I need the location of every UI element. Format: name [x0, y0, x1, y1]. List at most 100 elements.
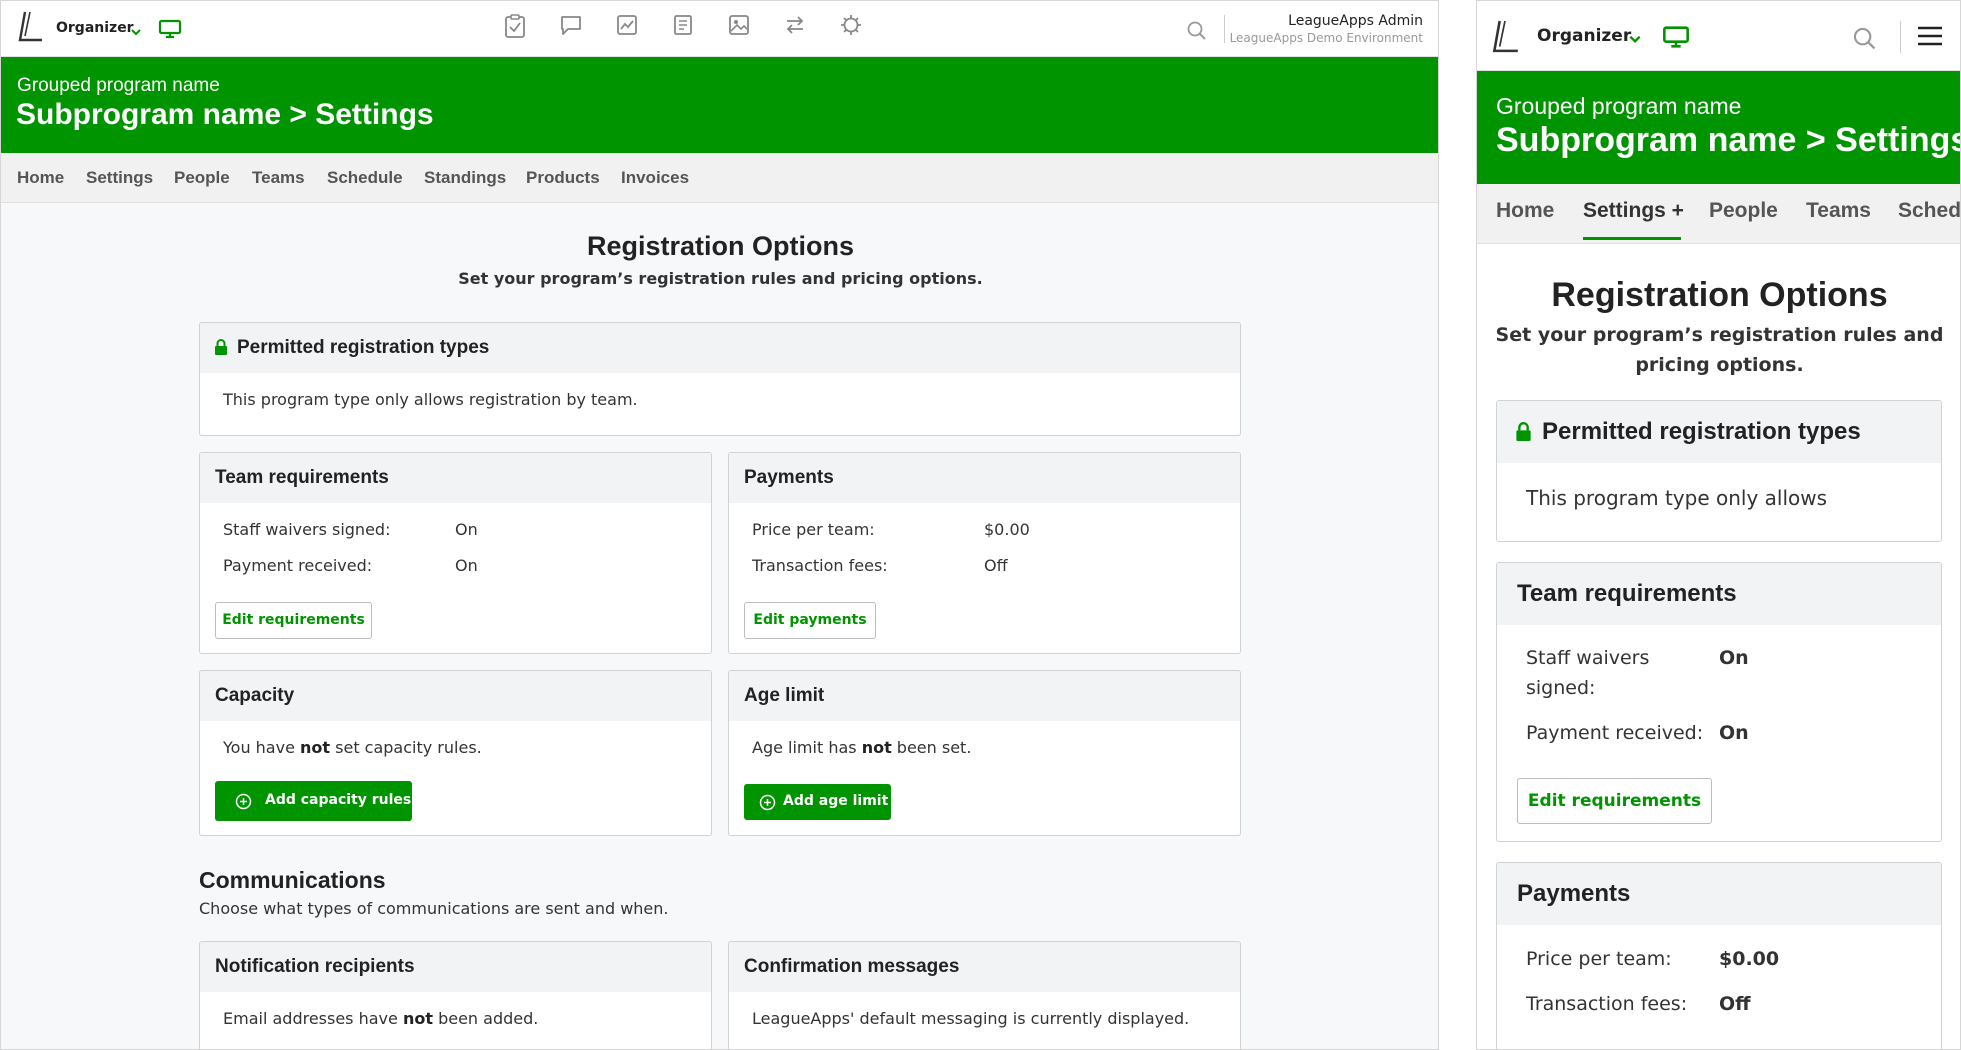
- row-label: Staff waivers: [1526, 647, 1650, 669]
- row-label: Payment received:: [223, 556, 373, 575]
- card-header: Permitted registration types: [200, 323, 1240, 373]
- plus-circle-icon: [759, 794, 776, 815]
- edit-payments-button[interactable]: Edit payments: [744, 602, 876, 639]
- program-header: Grouped program name Subprogram name > S…: [1477, 71, 1960, 184]
- row-value: $0.00: [984, 520, 1030, 539]
- top-bar: Organizer: [1477, 1, 1960, 71]
- row-label: Price per team:: [1526, 948, 1672, 970]
- row-value: On: [455, 520, 478, 539]
- leagueapps-logo[interactable]: [1489, 17, 1521, 57]
- card-header: Age limit: [729, 671, 1240, 721]
- card-header: Team requirements: [1497, 563, 1941, 625]
- nav-home[interactable]: Home: [17, 168, 64, 188]
- transfer-icon[interactable]: [783, 13, 807, 41]
- card-header: Capacity: [200, 671, 711, 721]
- notification-recipients-card: Notification recipients Email addresses …: [199, 941, 712, 1049]
- card-title: Team requirements: [215, 467, 389, 488]
- active-tab-indicator: [1583, 237, 1681, 240]
- lock-icon: [1515, 422, 1532, 446]
- button-label: Add capacity rules: [265, 792, 412, 808]
- team-requirements-card: Team requirements Staff waivers signed: …: [199, 452, 712, 654]
- hamburger-menu-icon[interactable]: [1917, 25, 1943, 51]
- chart-icon[interactable]: [615, 13, 639, 41]
- card-title: Confirmation messages: [744, 956, 960, 977]
- nav-people[interactable]: People: [174, 168, 230, 188]
- chevron-down-icon[interactable]: [1628, 30, 1642, 49]
- edit-requirements-button[interactable]: Edit requirements: [1517, 778, 1712, 824]
- org-selector-label[interactable]: Organizer: [1537, 26, 1631, 46]
- registration-options-subtitle: Set your program’s registration rules an…: [458, 269, 983, 288]
- nav-settings[interactable]: Settings: [86, 168, 153, 188]
- edit-requirements-button[interactable]: Edit requirements: [215, 602, 372, 639]
- nav-standings[interactable]: Standings: [424, 168, 506, 188]
- top-bar: Organizer LeagueApps Admin LeagueApps De…: [1, 1, 1438, 57]
- row-value: Off: [984, 556, 1008, 575]
- nav-invoices[interactable]: Invoices: [621, 168, 689, 188]
- nav-teams[interactable]: Teams: [1806, 199, 1871, 223]
- admin-environment: LeagueApps Demo Environment: [1229, 31, 1423, 45]
- page-title: Subprogram name > Settings: [1496, 121, 1961, 159]
- card-header: Payments: [1497, 863, 1941, 925]
- button-label: Add age limit: [783, 793, 889, 809]
- communications-title: Communications: [199, 867, 386, 893]
- row-value: On: [1719, 722, 1749, 744]
- list-icon[interactable]: [671, 13, 695, 41]
- search-icon[interactable]: [1852, 26, 1878, 56]
- card-text: This program type only allows registrati…: [223, 390, 638, 409]
- row-label: Price per team:: [752, 520, 875, 539]
- card-header: Notification recipients: [200, 942, 711, 992]
- org-selector-label[interactable]: Organizer: [56, 20, 134, 36]
- card-title: Notification recipients: [215, 956, 415, 977]
- mobile-frame: Organizer Grouped program name Subprogra…: [1476, 0, 1961, 1050]
- row-value: Off: [1719, 993, 1751, 1015]
- card-title: Permitted registration types: [1542, 418, 1861, 445]
- add-age-limit-button[interactable]: Add age limit: [744, 784, 891, 820]
- desktop-frame: Organizer LeagueApps Admin LeagueApps De…: [0, 0, 1439, 1050]
- gear-icon[interactable]: [839, 13, 863, 41]
- row-label: Transaction fees:: [1526, 993, 1688, 1015]
- nav-settings[interactable]: Settings +: [1583, 199, 1684, 223]
- payments-card: Payments Price per team: $0.00 Transacti…: [1496, 862, 1942, 1049]
- plus-circle-icon: [235, 793, 252, 814]
- nav-schedule[interactable]: Sched: [1898, 199, 1960, 223]
- nav-schedule[interactable]: Schedule: [327, 168, 403, 188]
- nav-teams[interactable]: Teams: [252, 168, 305, 188]
- card-text: Age limit has not been set.: [752, 738, 972, 757]
- card-title: Age limit: [744, 685, 825, 706]
- chevron-down-icon[interactable]: [130, 22, 142, 41]
- add-capacity-rules-button[interactable]: Add capacity rules: [215, 781, 412, 821]
- row-label: Transaction fees:: [752, 556, 888, 575]
- communications-subtitle: Choose what types of communications are …: [199, 899, 669, 918]
- payments-card: Payments Price per team: $0.00 Transacti…: [728, 452, 1241, 654]
- card-text: Email addresses have not been added.: [223, 1009, 539, 1028]
- page-title: Subprogram name > Settings: [16, 98, 434, 131]
- row-value: On: [1719, 647, 1749, 669]
- age-limit-card: Age limit Age limit has not been set. Ad…: [728, 670, 1241, 836]
- desktop-monitor-icon[interactable]: [1662, 25, 1690, 53]
- card-title: Permitted registration types: [237, 337, 490, 358]
- desktop-monitor-icon[interactable]: [158, 19, 182, 43]
- row-value: On: [455, 556, 478, 575]
- card-header: Confirmation messages: [729, 942, 1240, 992]
- nav-products[interactable]: Products: [526, 168, 600, 188]
- grouped-program-name: Grouped program name: [17, 75, 220, 96]
- card-title: Payments: [744, 467, 834, 488]
- registration-options-title: Registration Options: [1551, 276, 1888, 314]
- nav-home[interactable]: Home: [1496, 199, 1554, 223]
- card-title: Team requirements: [1517, 580, 1737, 607]
- admin-name[interactable]: LeagueApps Admin: [1288, 13, 1423, 29]
- leagueapps-logo[interactable]: [15, 9, 45, 45]
- team-requirements-card: Team requirements Staff waivers signed: …: [1496, 562, 1942, 842]
- nav-people[interactable]: People: [1709, 199, 1778, 223]
- registration-options-subtitle-line1: Set your program’s registration rules an…: [1495, 324, 1944, 346]
- card-title: Payments: [1517, 880, 1631, 907]
- registration-options-subtitle-line2: pricing options.: [1635, 354, 1804, 376]
- clipboard-check-icon[interactable]: [503, 13, 527, 43]
- search-icon[interactable]: [1186, 20, 1208, 46]
- image-icon[interactable]: [727, 13, 751, 41]
- chat-icon[interactable]: [559, 13, 583, 41]
- capacity-card: Capacity You have not set capacity rules…: [199, 670, 712, 836]
- row-value: $0.00: [1719, 948, 1780, 970]
- confirmation-messages-card: Confirmation messages LeagueApps' defaul…: [728, 941, 1241, 1049]
- card-header: Team requirements: [200, 453, 711, 503]
